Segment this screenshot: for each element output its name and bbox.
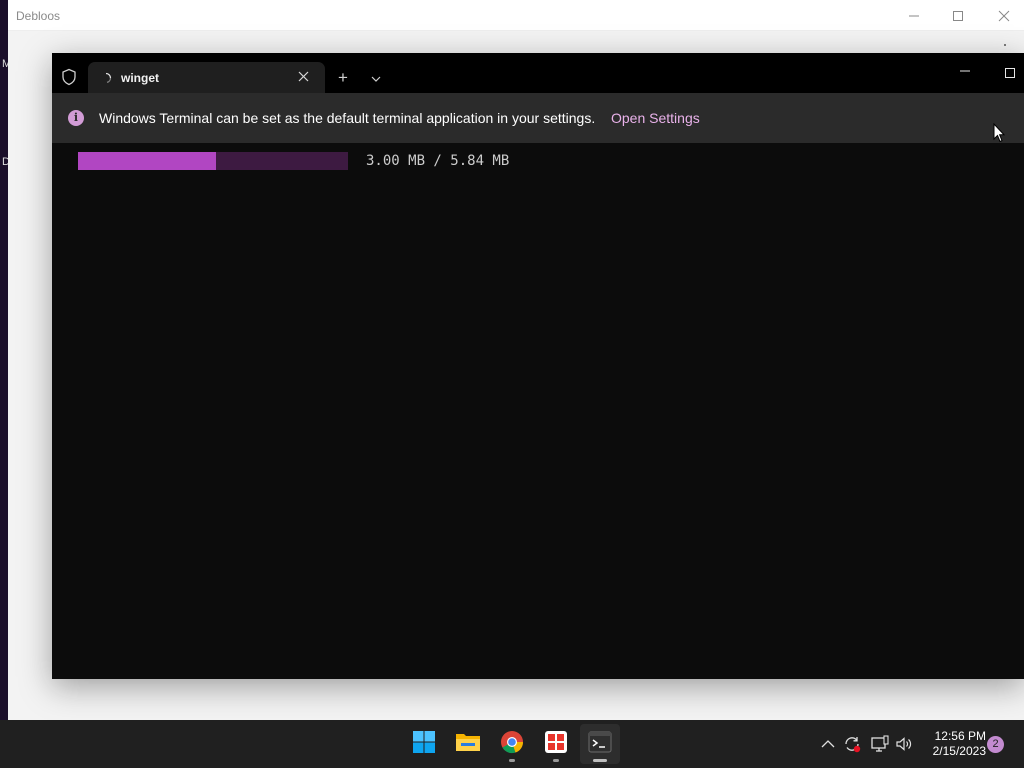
notification-badge[interactable]: 2	[987, 736, 1004, 753]
download-progress-fill	[78, 152, 216, 170]
taskbar-office[interactable]	[536, 724, 576, 764]
tab-winget[interactable]: winget	[88, 62, 325, 93]
background-window-dot	[1004, 44, 1006, 46]
running-indicator	[553, 759, 559, 762]
minimize-icon[interactable]	[958, 64, 972, 78]
folder-icon	[455, 731, 481, 758]
background-window-titlebar: Debloos	[8, 0, 1024, 31]
new-tab-button[interactable]: +	[338, 69, 348, 86]
info-icon: i	[68, 110, 84, 126]
terminal-tab-bar: winget +	[52, 53, 1024, 93]
clock-date: 2/15/2023	[932, 744, 986, 758]
maximize-icon[interactable]	[948, 6, 968, 26]
spinner-icon	[100, 71, 112, 84]
taskbar-file-explorer[interactable]	[448, 724, 488, 764]
open-settings-link[interactable]: Open Settings	[611, 110, 700, 126]
download-progress-bar	[78, 152, 348, 170]
office-icon	[544, 730, 568, 759]
running-indicator	[509, 759, 515, 762]
network-icon[interactable]	[870, 734, 890, 754]
chevron-down-icon[interactable]	[370, 71, 382, 82]
shield-icon	[60, 68, 78, 86]
taskbar-terminal[interactable]	[580, 724, 620, 764]
download-progress-text: 3.00 MB / 5.84 MB	[366, 153, 510, 169]
close-icon[interactable]	[298, 70, 309, 84]
active-indicator	[593, 759, 607, 762]
infobar-message: Windows Terminal can be set as the defau…	[99, 110, 596, 126]
desktop-background: M D	[0, 0, 11, 720]
terminal-window: winget + i Windows Terminal can be set a…	[52, 53, 1024, 679]
volume-icon[interactable]	[894, 734, 914, 754]
maximize-icon[interactable]	[1005, 68, 1015, 78]
background-window-title: Debloos	[16, 9, 61, 23]
terminal-output[interactable]: 3.00 MB / 5.84 MB	[52, 143, 1024, 679]
chevron-up-icon[interactable]	[818, 734, 838, 754]
system-clock[interactable]: 12:56 PM 2/15/2023	[920, 729, 986, 759]
start-button[interactable]	[404, 724, 444, 764]
tab-title: winget	[121, 71, 159, 85]
taskbar: 12:56 PM 2/15/2023 2	[0, 720, 1024, 768]
sync-icon[interactable]	[842, 734, 862, 754]
chrome-icon	[500, 730, 524, 759]
terminal-icon	[588, 731, 612, 758]
clock-time: 12:56 PM	[934, 729, 986, 743]
close-icon[interactable]	[994, 6, 1014, 26]
windows-logo-icon	[412, 730, 436, 759]
minimize-icon[interactable]	[904, 6, 924, 26]
taskbar-chrome[interactable]	[492, 724, 532, 764]
default-terminal-infobar: i Windows Terminal can be set as the def…	[52, 93, 1024, 143]
mouse-cursor-icon	[993, 122, 1006, 143]
background-window-bottom	[8, 679, 1024, 720]
